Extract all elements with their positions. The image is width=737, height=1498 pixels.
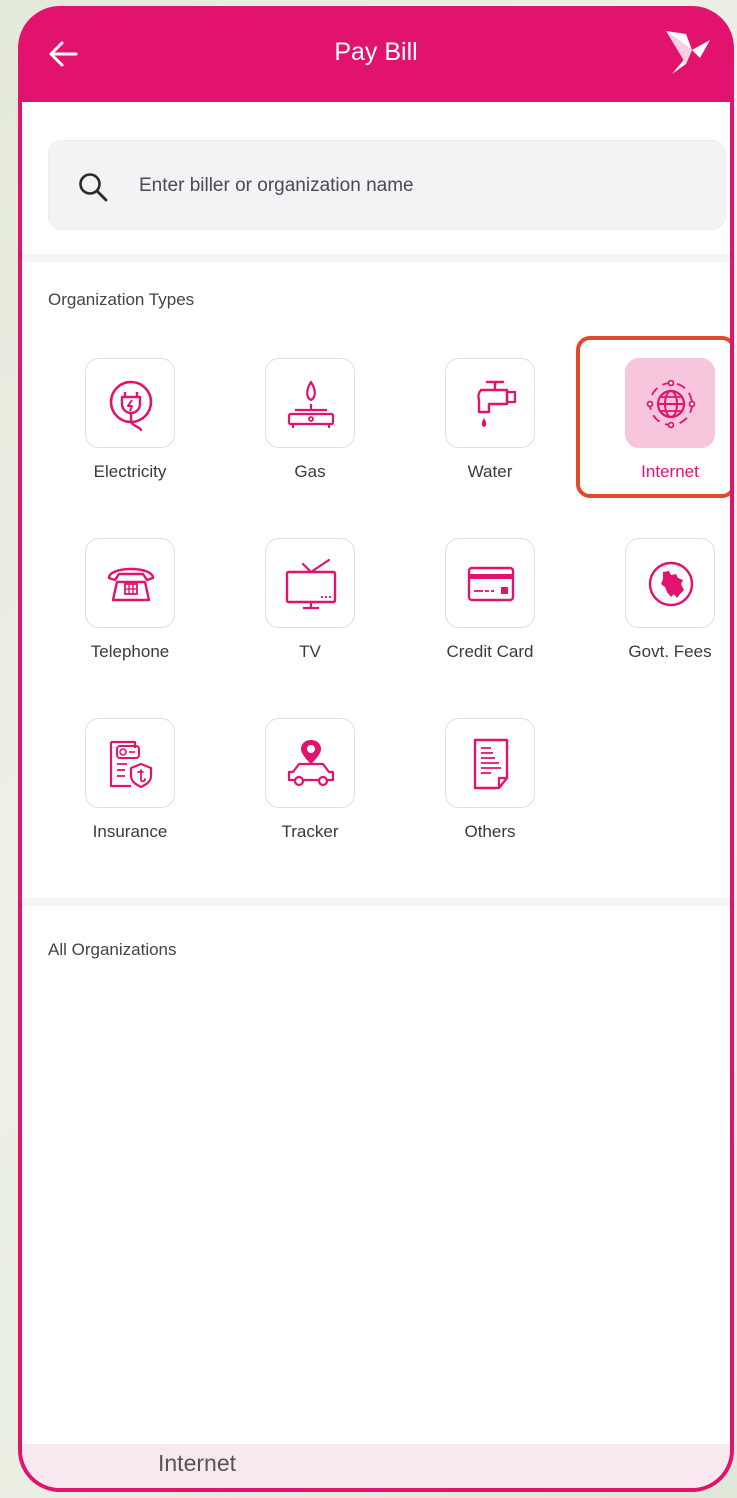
electricity-plug-icon (109, 380, 153, 432)
content-area: Organization Types Electricity (22, 102, 730, 1488)
org-type-icon-box (265, 718, 355, 808)
org-type-govt-fees[interactable]: Govt. Fees (580, 538, 730, 688)
app-header: Pay Bill (18, 6, 734, 102)
org-type-insurance[interactable]: Insurance (40, 718, 220, 868)
org-type-label: Credit Card (446, 642, 534, 661)
org-type-icon-box (85, 718, 175, 808)
org-type-tv[interactable]: TV (220, 538, 400, 688)
org-type-label: TV (299, 642, 321, 661)
all-organizations-heading: All Organizations (48, 940, 177, 959)
org-type-telephone[interactable]: Telephone (40, 538, 220, 688)
telephone-icon (107, 567, 155, 602)
organization-list-item-label: Internet (158, 1450, 236, 1476)
document-icon (473, 738, 509, 790)
section-divider (22, 898, 730, 906)
org-type-electricity[interactable]: Electricity (40, 358, 220, 508)
org-type-label: Internet (641, 462, 699, 481)
org-type-label: Electricity (93, 462, 167, 481)
org-type-others[interactable]: Others (400, 718, 580, 868)
org-type-label: Insurance (92, 822, 168, 841)
org-type-water[interactable]: Water (400, 358, 580, 508)
org-type-icon-box (625, 358, 715, 448)
org-type-icon-box (265, 358, 355, 448)
org-type-label: Tracker (281, 822, 339, 841)
organization-list-item[interactable]: Internet (22, 1444, 730, 1488)
car-location-icon (287, 740, 335, 787)
org-type-icon-box (445, 538, 535, 628)
search-input[interactable] (137, 167, 701, 205)
insurance-shield-icon (109, 740, 153, 789)
org-type-icon-box (265, 538, 355, 628)
page-title: Pay Bill (334, 38, 418, 66)
org-type-label: Govt. Fees (628, 642, 712, 661)
org-type-label: Others (464, 822, 516, 841)
org-type-gas[interactable]: Gas (220, 358, 400, 508)
org-type-internet[interactable]: Internet (580, 358, 730, 508)
bangladesh-map-icon (648, 561, 694, 607)
org-type-credit-card[interactable]: Credit Card (400, 538, 580, 688)
phone-frame: Pay Bill Organization Types (18, 6, 734, 1492)
credit-card-icon (467, 566, 515, 602)
org-type-label: Gas (294, 462, 326, 481)
org-type-label: Telephone (90, 642, 170, 661)
gas-stove-icon (287, 380, 335, 428)
org-types-heading: Organization Types (48, 290, 195, 309)
org-type-tracker[interactable]: Tracker (220, 718, 400, 868)
org-type-icon-box (445, 718, 535, 808)
search-icon (79, 173, 108, 202)
org-type-label: Water (467, 462, 513, 481)
org-type-icon-box (85, 358, 175, 448)
tv-icon (285, 558, 337, 610)
section-divider (22, 254, 730, 262)
org-type-icon-box (445, 358, 535, 448)
org-type-icon-box (85, 538, 175, 628)
water-tap-icon (477, 380, 517, 427)
org-type-icon-box (625, 538, 715, 628)
globe-icon (646, 379, 696, 429)
bkash-bird-logo-icon (662, 28, 712, 78)
search-bar[interactable] (48, 140, 726, 230)
